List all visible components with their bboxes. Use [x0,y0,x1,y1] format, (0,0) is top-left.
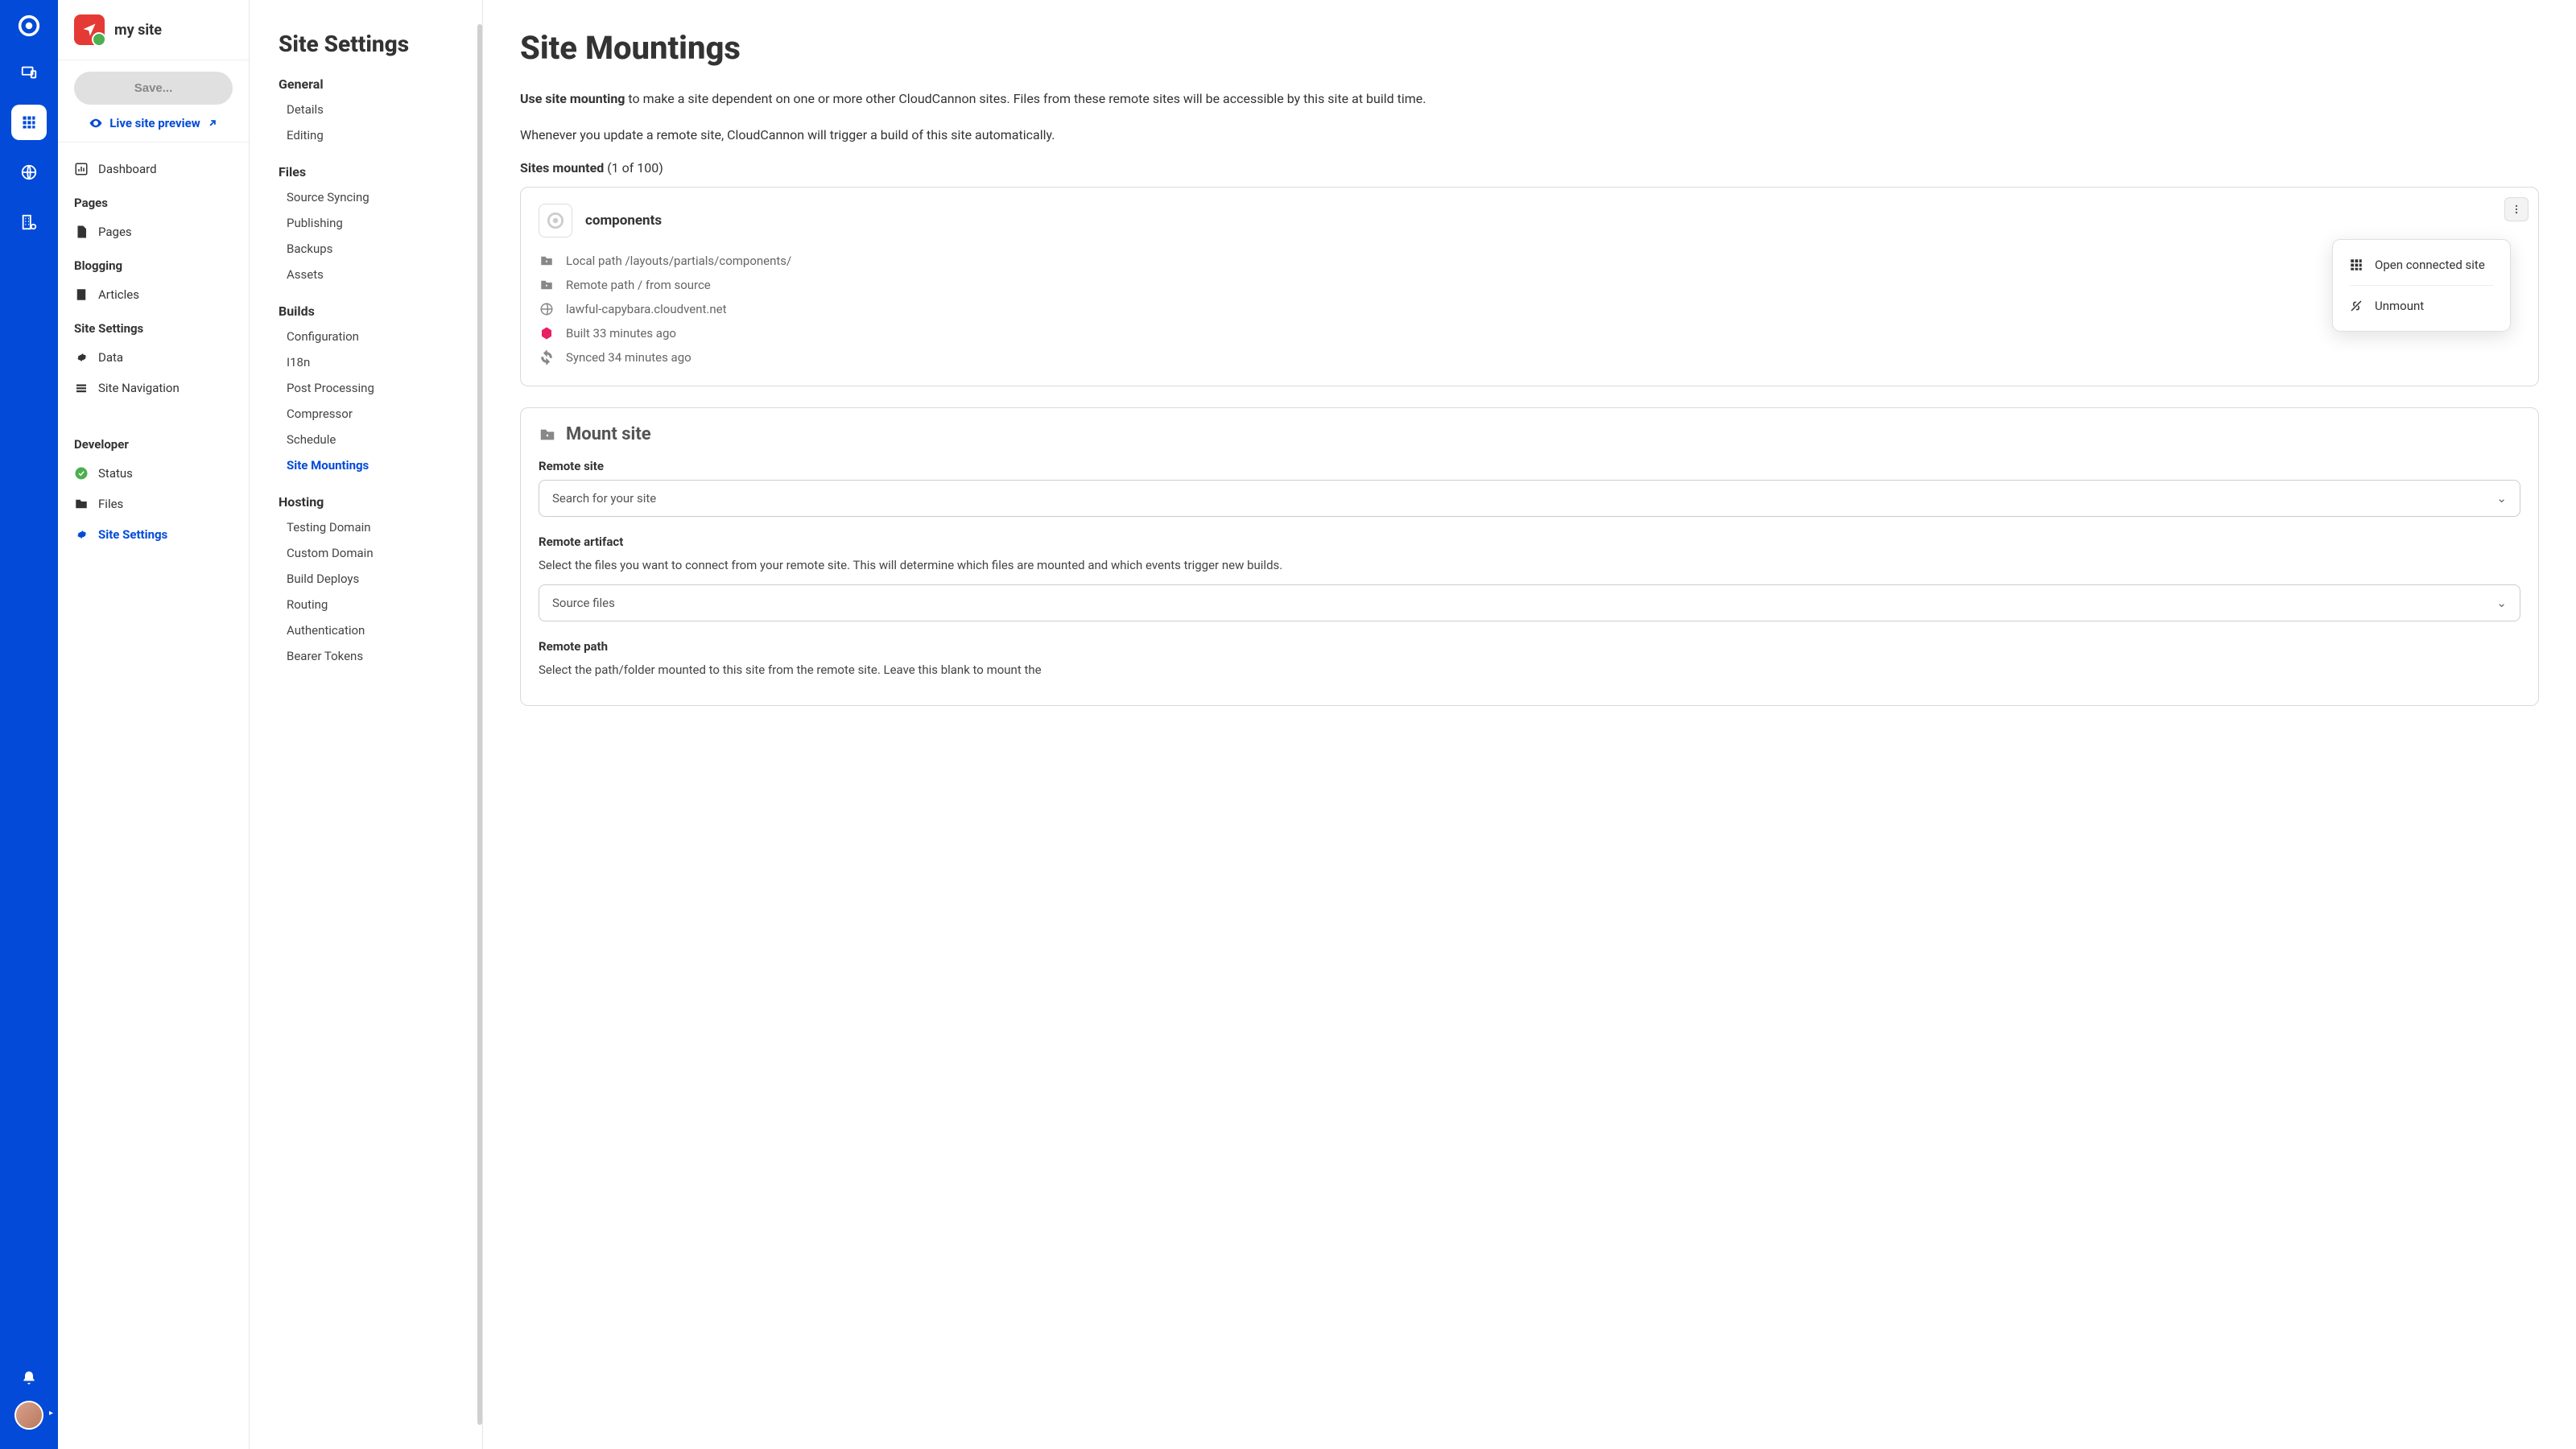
sidebar-item-files[interactable]: Files [58,489,249,519]
app-logo [14,11,43,40]
settings-item-source-syncing[interactable]: Source Syncing [279,184,482,210]
settings-item-testing-domain[interactable]: Testing Domain [279,514,482,540]
mount-site-form: Mount site Remote site Search for your s… [520,407,2539,706]
settings-group-general: General [279,76,482,92]
sidebar-group-pages: Pages [58,184,249,217]
settings-item-backups[interactable]: Backups [279,236,482,262]
built-row: Built 33 minutes ago [539,321,2520,345]
settings-item-i18n[interactable]: I18n [279,349,482,375]
mount-site-title: Mount site [566,424,651,444]
site-icon [74,14,105,45]
menu-unmount[interactable]: Unmount [2333,289,2510,323]
bell-icon[interactable] [11,1370,47,1386]
folder-arrow-left-icon [539,278,555,292]
mounted-site-name: components [585,213,662,229]
check-circle-icon [74,466,89,481]
menu-divider [2349,285,2494,286]
more-vertical-icon [2511,204,2522,215]
intro-paragraph: Use site mounting to make a site depende… [520,88,2539,109]
settings-item-build-deploys[interactable]: Build Deploys [279,566,482,592]
remote-site-label: Remote site [539,459,2520,473]
settings-group-files: Files [279,164,482,180]
remote-artifact-help: Select the files you want to connect fro… [539,555,2520,575]
settings-item-routing[interactable]: Routing [279,592,482,617]
settings-item-editing[interactable]: Editing [279,122,482,148]
sync-icon [539,350,555,365]
rail-devices-icon[interactable] [11,55,47,90]
sidebar-item-pages[interactable]: Pages [58,217,249,247]
gear-icon [74,527,89,542]
settings-group-builds: Builds [279,303,482,319]
menu-icon [74,381,89,395]
settings-item-authentication[interactable]: Authentication [279,617,482,643]
unlink-icon [2349,299,2363,313]
settings-item-configuration[interactable]: Configuration [279,324,482,349]
domain-row: lawful-capybara.cloudvent.net [539,297,2520,321]
chevron-down-icon: ⌄ [2496,491,2507,506]
site-name: my site [114,22,162,39]
sidebar-group-blogging: Blogging [58,247,249,279]
sidebar: my site Save... Live site preview Dashbo… [58,0,250,1449]
settings-item-custom-domain[interactable]: Custom Domain [279,540,482,566]
intro-paragraph-2: Whenever you update a remote site, Cloud… [520,124,2539,146]
article-icon [74,287,89,302]
site-logo-icon [539,204,572,237]
user-avatar[interactable] [14,1401,43,1430]
settings-group-hosting: Hosting [279,494,482,510]
site-header: my site [58,0,249,60]
settings-title: Site Settings [279,31,482,57]
globe-icon [539,302,555,316]
sidebar-item-data[interactable]: Data [58,342,249,373]
settings-item-post-processing[interactable]: Post Processing [279,375,482,401]
sidebar-group-developer: Developer [58,426,249,458]
external-link-icon [207,118,218,129]
remote-path-help: Select the path/folder mounted to this s… [539,660,2520,679]
local-path-row: Local path /layouts/partials/components/ [539,249,2520,273]
settings-item-schedule[interactable]: Schedule [279,427,482,452]
synced-row: Synced 34 minutes ago [539,345,2520,369]
live-preview-link[interactable]: Live site preview [74,116,233,130]
settings-item-publishing[interactable]: Publishing [279,210,482,236]
sidebar-item-site-settings[interactable]: Site Settings [58,519,249,550]
sites-mounted-counter: Sites mounted (1 of 100) [520,160,2539,175]
remote-site-select[interactable]: Search for your site ⌄ [539,480,2520,517]
mounted-site-card: components Local path /layouts/partials/… [520,187,2539,386]
remote-path-row: Remote path / from source [539,273,2520,297]
settings-item-bearer-tokens[interactable]: Bearer Tokens [279,643,482,669]
rail-building-icon[interactable] [11,204,47,240]
card-context-menu: Open connected site Unmount [2332,239,2511,332]
eye-icon [89,116,103,130]
hexagon-icon [539,326,555,341]
page-title: Site Mountings [520,29,2539,67]
sidebar-group-settings: Site Settings [58,310,249,342]
settings-item-details[interactable]: Details [279,97,482,122]
gear-icon [74,350,89,365]
folder-arrow-right-icon [539,254,555,268]
sidebar-item-articles[interactable]: Articles [58,279,249,310]
folder-arrow-icon [539,426,556,444]
chevron-down-icon: ⌄ [2496,596,2507,610]
save-button[interactable]: Save... [74,72,233,105]
nav-rail [0,0,58,1449]
apps-icon [2349,258,2363,272]
menu-open-connected-site[interactable]: Open connected site [2333,248,2510,282]
rail-globe-icon[interactable] [11,155,47,190]
page-icon [74,225,89,239]
sidebar-item-site-navigation[interactable]: Site Navigation [58,373,249,403]
remote-artifact-label: Remote artifact [539,535,2520,549]
folder-icon [74,497,89,511]
chart-icon [74,162,89,176]
settings-item-site-mountings[interactable]: Site Mountings [279,452,482,478]
card-menu-button[interactable] [2504,197,2529,221]
settings-item-compressor[interactable]: Compressor [279,401,482,427]
settings-item-assets[interactable]: Assets [279,262,482,287]
sidebar-item-dashboard[interactable]: Dashboard [58,154,249,184]
remote-path-label: Remote path [539,639,2520,654]
main-content: Site Mountings Use site mounting to make… [483,0,2576,1449]
settings-column: Site Settings General Details Editing Fi… [250,0,483,1449]
rail-apps-icon[interactable] [11,105,47,140]
sidebar-item-status[interactable]: Status [58,458,249,489]
remote-artifact-select[interactable]: Source files ⌄ [539,584,2520,621]
